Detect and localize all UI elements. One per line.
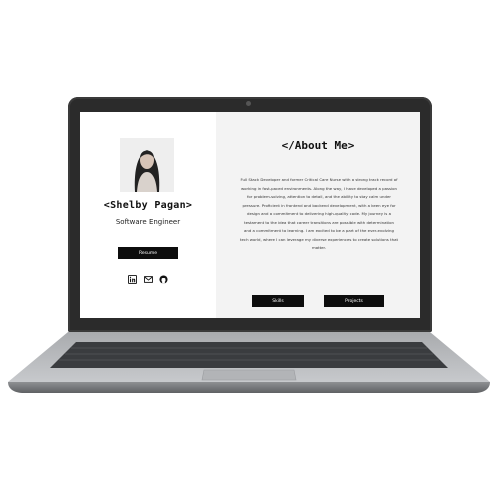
profile-role: Software Engineer	[115, 218, 181, 226]
avatar	[120, 138, 174, 192]
email-icon[interactable]	[143, 275, 153, 284]
projects-button[interactable]: Projects	[324, 295, 384, 307]
profile-name: <Shelby Pagan>	[103, 200, 193, 211]
laptop-lid: <Shelby Pagan> Software Engineer Resume	[68, 97, 432, 332]
resume-button[interactable]: Resume	[118, 247, 178, 259]
linkedin-icon[interactable]	[128, 274, 137, 284]
skills-button[interactable]: Skills	[252, 295, 304, 307]
laptop-screen: <Shelby Pagan> Software Engineer Resume	[80, 112, 420, 318]
webcam	[246, 101, 251, 106]
laptop-base	[4, 332, 494, 394]
about-bio: Full Stack Developer and former Critical…	[240, 177, 398, 250]
github-icon[interactable]	[159, 274, 168, 284]
profile-panel: <Shelby Pagan> Software Engineer Resume	[80, 112, 216, 318]
about-panel: </About Me> Full Stack Developer and for…	[216, 112, 420, 318]
social-links	[128, 274, 168, 284]
about-title: </About Me>	[281, 139, 355, 152]
